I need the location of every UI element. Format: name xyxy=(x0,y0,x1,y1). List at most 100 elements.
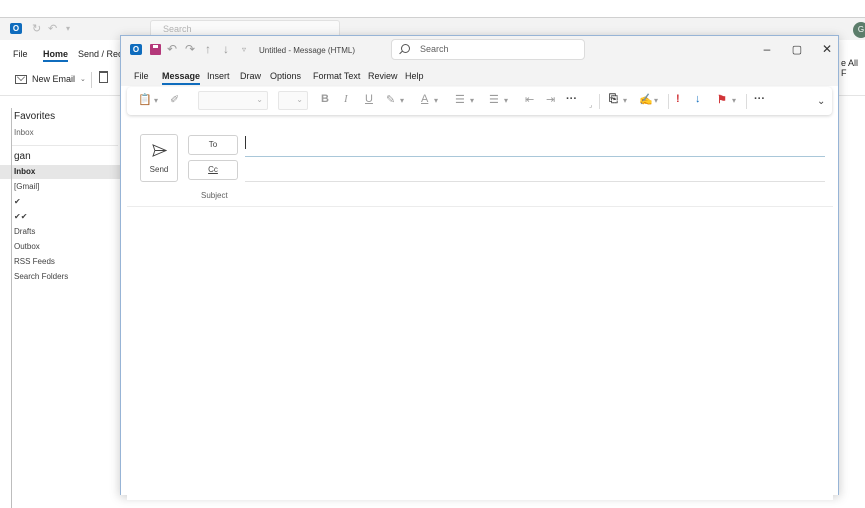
save-icon[interactable] xyxy=(150,44,161,55)
ribbon-divider xyxy=(91,72,92,88)
increase-indent-icon[interactable]: ⇥ xyxy=(546,93,555,106)
folder-double-check[interactable]: ✔✔ xyxy=(0,210,120,224)
partial-ribbon-text: e All F xyxy=(841,58,859,78)
high-importance-icon[interactable]: ! xyxy=(676,93,680,105)
tab-options[interactable]: Options xyxy=(270,71,301,81)
numbering-icon[interactable]: ☰ xyxy=(489,93,499,106)
undo-icon[interactable]: ↶ xyxy=(167,42,177,56)
undo-icon[interactable]: ↶ xyxy=(48,22,57,35)
chevron-down-icon[interactable]: ⌄ xyxy=(80,75,86,83)
font-color-dropdown-icon[interactable]: ▾ xyxy=(434,96,438,105)
highlight-dropdown-icon[interactable]: ▾ xyxy=(400,96,404,105)
customize-quick-access-icon[interactable]: ▾ xyxy=(66,24,70,33)
low-importance-icon[interactable]: ↓ xyxy=(695,93,701,105)
bullets-dropdown-icon[interactable]: ▾ xyxy=(470,96,474,105)
account-avatar[interactable]: G xyxy=(853,22,865,38)
folder-rss-feeds[interactable]: RSS Feeds xyxy=(0,255,120,269)
send-button[interactable]: Send xyxy=(140,134,178,182)
expand-ribbon-chevron-icon[interactable]: ⌄ xyxy=(817,96,825,107)
tab-review[interactable]: Review xyxy=(368,71,398,81)
outlook-logo-icon: O xyxy=(10,23,22,34)
more-formatting-icon[interactable]: ··· xyxy=(566,93,577,105)
chevron-down-icon: ⌄ xyxy=(256,95,263,104)
cc-button[interactable]: Cc xyxy=(188,160,238,180)
tab-draw[interactable]: Draw xyxy=(240,71,261,81)
compose-search-box[interactable]: Search xyxy=(391,39,585,60)
new-email-icon xyxy=(15,74,27,84)
maximize-icon[interactable]: ▢ xyxy=(789,43,805,56)
folder-search-folders[interactable]: Search Folders xyxy=(0,270,120,284)
ribbon-divider xyxy=(599,94,600,109)
folder-inbox[interactable]: Inbox xyxy=(0,165,120,179)
previous-item-icon[interactable]: ↑ xyxy=(205,42,211,56)
attach-dropdown-icon[interactable]: ▾ xyxy=(623,96,627,105)
to-field-underline xyxy=(245,156,825,157)
folder-drafts[interactable]: Drafts xyxy=(0,225,120,239)
chevron-down-icon: ⌄ xyxy=(296,95,303,104)
numbering-dropdown-icon[interactable]: ▾ xyxy=(504,96,508,105)
attach-file-icon[interactable]: ⎘ xyxy=(609,93,618,106)
underline-icon[interactable]: U xyxy=(365,93,373,105)
tab-format-text[interactable]: Format Text xyxy=(313,71,360,81)
cc-field[interactable] xyxy=(245,160,825,180)
format-painter-icon[interactable]: ✐ xyxy=(170,93,179,106)
signature-icon[interactable]: ✍ xyxy=(639,93,653,106)
folder-divider xyxy=(12,145,118,146)
compose-search-placeholder: Search xyxy=(420,44,449,54)
sync-icon[interactable]: ↻ xyxy=(32,22,41,35)
subject-field[interactable] xyxy=(245,186,825,204)
bullets-icon[interactable]: ☰ xyxy=(455,93,465,106)
main-tab-file[interactable]: File xyxy=(13,49,28,59)
dialog-launcher-icon[interactable]: ⌟ xyxy=(589,101,592,109)
new-email-button[interactable]: New Email ⌄ xyxy=(15,74,86,84)
font-size-dropdown[interactable]: ⌄ xyxy=(278,91,308,110)
paste-dropdown-icon[interactable]: ▾ xyxy=(154,96,158,105)
pane-border xyxy=(11,108,12,508)
main-ribbon-tabs: File Home Send / Rece xyxy=(0,42,130,64)
send-icon xyxy=(152,144,167,157)
to-field[interactable] xyxy=(245,135,825,155)
ribbon-divider xyxy=(668,94,669,109)
new-email-label: New Email xyxy=(32,74,76,84)
more-options-icon[interactable]: ··· xyxy=(754,93,765,105)
font-name-dropdown[interactable]: ⌄ xyxy=(198,91,268,110)
font-color-icon[interactable]: A xyxy=(421,93,428,105)
customize-quick-access-icon[interactable]: ▿ xyxy=(242,45,246,54)
italic-icon[interactable]: I xyxy=(344,93,348,105)
highlight-icon[interactable]: ✎ xyxy=(386,93,395,106)
folder-check[interactable]: ✔ xyxy=(0,195,120,209)
delete-icon[interactable] xyxy=(99,71,108,83)
to-button[interactable]: To xyxy=(188,135,238,155)
screen-top-margin xyxy=(0,0,865,17)
tab-help[interactable]: Help xyxy=(405,71,424,81)
message-ribbon: 📋 ▾ ✐ ⌄ ⌄ B I U ✎ ▾ A ▾ ☰ ▾ ☰ ▾ ⇤ ⇥ ··· … xyxy=(127,87,832,115)
bold-icon[interactable]: B xyxy=(321,93,329,105)
minimize-icon[interactable]: – xyxy=(759,42,775,56)
next-item-icon[interactable]: ↓ xyxy=(223,42,229,56)
compose-body: Send To Cc Subject xyxy=(127,120,833,500)
flag-dropdown-icon[interactable]: ▾ xyxy=(732,96,736,105)
outlook-logo-icon: O xyxy=(130,44,142,55)
decrease-indent-icon[interactable]: ⇤ xyxy=(525,93,534,106)
main-search-placeholder: Search xyxy=(163,24,192,34)
message-body-editor[interactable] xyxy=(127,208,833,498)
subject-field-underline xyxy=(127,206,833,207)
favorites-header[interactable]: Favorites xyxy=(14,111,55,122)
tab-file[interactable]: File xyxy=(134,71,149,81)
signature-dropdown-icon[interactable]: ▾ xyxy=(654,96,658,105)
compose-window: O ↶ ↷ ↑ ↓ ▿ Untitled - Message (HTML) Se… xyxy=(120,35,839,500)
account-name[interactable]: gan xyxy=(14,151,31,162)
main-tab-home[interactable]: Home xyxy=(43,49,69,62)
redo-icon[interactable]: ↷ xyxy=(185,42,195,56)
follow-up-flag-icon[interactable]: ⚑ xyxy=(717,93,727,106)
close-icon[interactable]: ✕ xyxy=(819,42,835,56)
folder-gmail[interactable]: [Gmail] xyxy=(0,180,120,194)
tab-message[interactable]: Message xyxy=(162,71,201,85)
favorites-inbox[interactable]: Inbox xyxy=(14,128,34,137)
tab-insert[interactable]: Insert xyxy=(207,71,230,81)
paste-icon[interactable]: 📋 xyxy=(138,93,152,106)
folder-outbox[interactable]: Outbox xyxy=(0,240,120,254)
compose-window-title: Untitled - Message (HTML) xyxy=(259,46,356,55)
folder-pane: Favorites Inbox gan Inbox [Gmail] ✔ ✔✔ D… xyxy=(0,96,120,496)
compose-ribbon-tabs: File Message Insert Draw Options Format … xyxy=(121,64,838,86)
